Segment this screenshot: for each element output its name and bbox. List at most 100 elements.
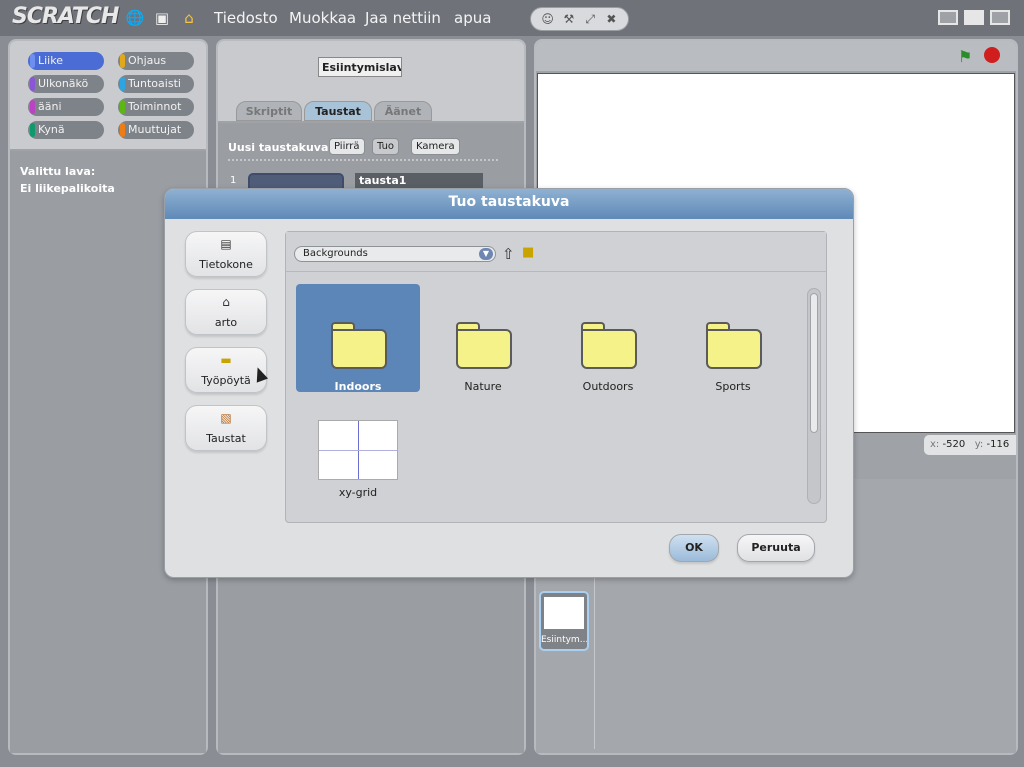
category-color-bar	[30, 54, 35, 68]
item-name: Indoors	[334, 380, 382, 393]
paint-button[interactable]: Piirrä	[329, 138, 365, 155]
category-color-bar	[120, 77, 125, 91]
globe-icon[interactable]: 🌐	[126, 9, 145, 27]
computer-icon: ▤	[220, 237, 232, 251]
category-color-bar	[30, 100, 35, 114]
category-motion[interactable]: Liike	[28, 52, 104, 70]
category-label: Liike	[38, 54, 63, 67]
category-label: Muuttujat	[128, 123, 182, 136]
stage-toolbar: ⚑	[536, 41, 1016, 71]
category-label: Kynä	[38, 123, 65, 136]
stage-thumbnail[interactable]: Esiintym...	[539, 591, 589, 651]
x-value: -520	[942, 439, 966, 450]
grow-icon[interactable]: ⤢	[580, 12, 600, 27]
save-icon[interactable]: ▣	[153, 9, 171, 27]
stage-mini-preview	[544, 597, 584, 629]
category-color-bar	[120, 54, 125, 68]
dialog-title: Tuo taustakuva	[448, 194, 570, 210]
shrink-icon[interactable]: ✖	[601, 12, 621, 26]
folder-icon	[581, 322, 637, 370]
menu-help[interactable]: apua	[454, 9, 491, 27]
folder-icon: ▬	[220, 353, 232, 367]
vertical-scrollbar[interactable]	[807, 288, 821, 504]
share-icon[interactable]: ⌂	[180, 9, 198, 27]
cancel-button[interactable]: Peruuta	[737, 534, 815, 562]
folder-icon	[706, 322, 762, 370]
normal-stage-icon[interactable]	[964, 10, 984, 25]
category-label: Tuntoaisti	[128, 77, 181, 90]
import-background-dialog: Tuo taustakuva ▤ Tietokone ⌂ arto ▬ Työp…	[164, 188, 854, 578]
file-browser: Backgrounds ▼ ⇧ ■ Indoors Nature Outdoor…	[285, 231, 827, 523]
category-label: ääni	[38, 100, 62, 113]
category-control[interactable]: Ohjaus	[118, 52, 194, 70]
stage-thumbnail-label: Esiintym...	[541, 635, 587, 645]
folder-icon	[331, 322, 387, 370]
stop-icon[interactable]	[984, 47, 1000, 63]
item-name: Nature	[464, 380, 502, 393]
menu-edit[interactable]: Muokkaa	[289, 9, 356, 27]
category-color-bar	[30, 77, 35, 91]
category-color-bar	[120, 100, 125, 114]
no-motion-blocks-label: Ei liikepalikoita	[20, 182, 115, 195]
ok-button[interactable]: OK	[669, 534, 719, 562]
import-button[interactable]: Tuo	[372, 138, 400, 155]
location-label: Työpöytä	[201, 374, 251, 387]
y-value: -116	[986, 439, 1010, 450]
category-looks[interactable]: Ulkonäkö	[28, 75, 104, 93]
up-folder-icon[interactable]: ⇧	[502, 245, 515, 263]
costume-name-field[interactable]: tausta1	[355, 173, 483, 189]
folder-icon	[456, 322, 512, 370]
presentation-mode-icon[interactable]	[990, 10, 1010, 25]
y-label: y:	[974, 439, 984, 450]
scrollbar-thumb[interactable]	[810, 293, 818, 433]
layout-toggle	[938, 10, 1010, 25]
file-grid: Indoors Nature Outdoors Sports xy-grid	[296, 284, 796, 514]
dialog-titlebar[interactable]: Tuo taustakuva	[165, 189, 853, 219]
category-color-bar	[30, 123, 35, 137]
category-label: Ohjaus	[128, 54, 167, 67]
mouse-coordinates: x: -520 y: -116	[924, 435, 1016, 455]
folder-item[interactable]: Indoors	[296, 284, 420, 393]
folder-item[interactable]: Nature	[421, 284, 545, 393]
camera-button[interactable]: Kamera	[411, 138, 460, 155]
item-name: Sports	[715, 380, 751, 393]
category-variables[interactable]: Muuttujat	[118, 121, 194, 139]
category-label: Ulkonäkö	[38, 77, 89, 90]
menu-file[interactable]: Tiedosto	[214, 9, 278, 27]
category-selector: Liike Ohjaus Ulkonäkö Tuntoaisti ääni To…	[10, 41, 206, 149]
divider	[228, 159, 498, 161]
category-label: Toiminnot	[128, 100, 182, 113]
path-dropdown[interactable]: Backgrounds ▼	[294, 246, 496, 262]
scratch-logo: SCRATCH	[12, 4, 119, 29]
backgrounds-icon: ▧	[220, 411, 232, 425]
location-label: Tietokone	[199, 258, 253, 271]
category-operators[interactable]: Toiminnot	[118, 98, 194, 116]
browser-toolbar: Backgrounds ▼ ⇧ ■	[286, 232, 826, 272]
category-sound[interactable]: ääni	[28, 98, 104, 116]
location-computer[interactable]: ▤ Tietokone	[185, 231, 267, 277]
top-menu-bar: SCRATCH 🌐 ▣ ⌂ Tiedosto Muokkaa Jaa netti…	[0, 0, 1024, 36]
small-stage-icon[interactable]	[938, 10, 958, 25]
wrench-icon[interactable]: ⚒	[559, 12, 579, 26]
new-background-label: Uusi taustakuva:	[228, 141, 333, 154]
folder-item[interactable]: Outdoors	[546, 284, 670, 393]
location-backgrounds[interactable]: ▧ Taustat	[185, 405, 267, 451]
costume-number: 1	[230, 175, 237, 186]
category-sensing[interactable]: Tuntoaisti	[118, 75, 194, 93]
folder-item[interactable]: Sports	[671, 284, 795, 393]
tab-scripts[interactable]: Skriptit	[236, 101, 302, 121]
category-pen[interactable]: Kynä	[28, 121, 104, 139]
location-home[interactable]: ⌂ arto	[185, 289, 267, 335]
tool-group: ☺ ⚒ ⤢ ✖	[530, 7, 629, 31]
x-label: x:	[930, 439, 940, 450]
location-label: Taustat	[206, 432, 246, 445]
new-folder-icon[interactable]: ■	[522, 245, 534, 260]
image-item[interactable]: xy-grid	[296, 416, 420, 502]
tab-backgrounds[interactable]: Taustat	[304, 101, 372, 121]
tab-sounds[interactable]: Äänet	[374, 101, 432, 121]
stage-name-field[interactable]: Esiintymislava	[318, 57, 402, 77]
menu-share[interactable]: Jaa nettiin	[365, 9, 441, 27]
editor-header: Esiintymislava Skriptit Taustat Äänet	[218, 41, 524, 121]
user-icon[interactable]: ☺	[538, 12, 558, 26]
green-flag-icon[interactable]: ⚑	[958, 47, 972, 66]
